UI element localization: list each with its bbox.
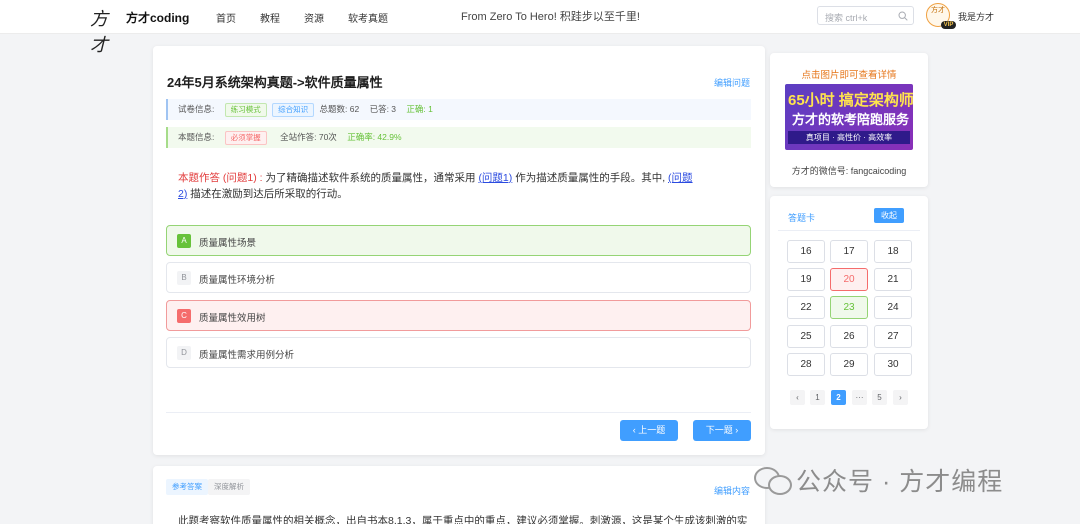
stem-text: 描述在激励到达后所采取的行动。	[190, 188, 348, 200]
nav-exam-questions[interactable]: 软考真题	[348, 10, 388, 25]
ad-line-3: 真项目 · 高性价 · 高效率	[788, 131, 910, 144]
item-info-label: 本题信息:	[178, 132, 215, 142]
option-text: 质量属性环境分析	[199, 275, 276, 286]
option-letter: A	[177, 234, 191, 248]
question-number-26[interactable]: 26	[830, 325, 868, 348]
promo-banner[interactable]: 65小时 搞定架构师 方才的软考陪跑服务 真项目 · 高性价 · 高效率	[785, 84, 913, 150]
type-tag: 综合知识	[272, 102, 315, 117]
question-stem: 本题作答 (问题1) : 为了精确描述软件系统的质量属性，通常采用 (问题1) …	[178, 170, 743, 202]
top-navbar: 方才 方才coding 首页 教程 资源 软考真题 From Zero To H…	[0, 0, 1080, 56]
divider	[778, 230, 920, 231]
search-input[interactable]: 搜索 ctrl+k	[817, 6, 914, 25]
option-letter: D	[177, 346, 191, 360]
next-page-button[interactable]: ›	[893, 390, 908, 405]
blank-2[interactable]: (问题	[668, 172, 693, 184]
divider	[166, 412, 751, 413]
question-number-21[interactable]: 21	[874, 268, 912, 291]
question-number-19[interactable]: 19	[787, 268, 825, 291]
question-head: 本题作答 (问题1) :	[178, 172, 263, 184]
paper-info-label: 试卷信息:	[178, 104, 215, 114]
option-text: 质量属性场景	[199, 238, 257, 249]
nav-tutorials[interactable]: 教程	[260, 10, 280, 25]
watermark-text: 公众号 · 方才编程	[796, 468, 1004, 496]
page-1[interactable]: 1	[810, 390, 825, 405]
watermark: 公众号 · 方才编程	[752, 462, 1003, 498]
next-question-button[interactable]: 下一题 ›	[693, 420, 751, 441]
logo-icon[interactable]: 方才	[90, 5, 118, 56]
question-number-30[interactable]: 30	[874, 353, 912, 376]
tab-deep-analysis[interactable]: 深度解析	[208, 479, 250, 495]
site-slogan: From Zero To Hero! 积跬步以至千里!	[461, 11, 640, 23]
ad-line-2: 方才的软考陪跑服务	[792, 112, 910, 127]
vip-badge: VIP	[941, 21, 956, 29]
question-number-22[interactable]: 22	[787, 296, 825, 319]
question-number-18[interactable]: 18	[874, 240, 912, 263]
option-a[interactable]: A 质量属性场景	[166, 225, 751, 256]
answered-count: 已答: 3	[369, 104, 397, 114]
question-number-24[interactable]: 24	[874, 296, 912, 319]
promo-card: 点击图片即可查看详情 65小时 搞定架构师 方才的软考陪跑服务 真项目 · 高性…	[770, 53, 928, 187]
promo-title: 点击图片即可查看详情	[801, 70, 897, 81]
prev-page-button[interactable]: ‹	[790, 390, 805, 405]
question-number-16[interactable]: 16	[787, 240, 825, 263]
total-count: 总题数: 62	[319, 104, 360, 114]
analysis-card: 参考答案 深度解析 编辑内容 此题考察软件质量属性的相关概念，出自书本8.1.3，…	[153, 466, 765, 524]
correct-rate: 正确率: 42.9%	[347, 132, 402, 142]
option-text: 质量属性效用树	[199, 313, 266, 324]
collapse-button[interactable]: 收起	[874, 208, 904, 223]
analysis-text: 此题考察软件质量属性的相关概念，出自书本8.1.3，属于重点中的重点，建议必须掌…	[178, 515, 748, 524]
attempt-count: 全站作答: 70次	[280, 132, 337, 142]
wechat-id: 方才的微信号: fangcaicoding	[791, 166, 907, 176]
option-b[interactable]: B 质量属性环境分析	[166, 262, 751, 293]
wechat-icon	[752, 465, 792, 495]
blank-1[interactable]: (问题1)	[478, 172, 512, 184]
question-number-28[interactable]: 28	[787, 353, 825, 376]
question-number-27[interactable]: 27	[874, 325, 912, 348]
analysis-tabs: 参考答案 深度解析	[166, 479, 250, 495]
question-number-29[interactable]: 29	[830, 353, 868, 376]
answer-sheet-card: 答题卡 收起 16 17 18 19 20 21 22 23 24 25 26 27 28 29 30 ‹ 1…	[770, 196, 928, 429]
search-icon[interactable]	[898, 11, 908, 21]
edit-content-link[interactable]: 编辑内容	[714, 484, 750, 497]
tab-reference-answer[interactable]: 参考答案	[166, 479, 208, 495]
search-placeholder: 搜索 ctrl+k	[825, 13, 868, 23]
nav-resources[interactable]: 资源	[304, 10, 324, 25]
prev-question-button[interactable]: ‹ 上一题	[620, 420, 678, 441]
page-5[interactable]: 5	[872, 390, 887, 405]
answer-sheet-title: 答题卡	[788, 213, 816, 223]
option-letter: B	[177, 271, 191, 285]
mode-tag: 练习模式	[224, 102, 267, 117]
username[interactable]: 我是方才	[958, 10, 994, 23]
page-2[interactable]: 2	[831, 390, 846, 405]
option-text: 质量属性需求用例分析	[199, 350, 295, 361]
correct-count: 正确: 1	[406, 104, 433, 114]
edit-question-link[interactable]: 编辑问题	[714, 76, 750, 89]
option-c[interactable]: C 质量属性效用树	[166, 300, 751, 331]
question-number-23[interactable]: 23	[830, 296, 868, 319]
question-number-17[interactable]: 17	[830, 240, 868, 263]
question-number-25[interactable]: 25	[787, 325, 825, 348]
stem-text: 为了精确描述软件系统的质量属性，通常采用	[265, 172, 476, 184]
must-master-tag: 必须掌握	[224, 130, 267, 145]
page-ellipsis[interactable]: ···	[852, 390, 867, 405]
question-card: 24年5月系统架构真题->软件质量属性 编辑问题 试卷信息: 练习模式 综合知识…	[153, 46, 765, 455]
option-d[interactable]: D 质量属性需求用例分析	[166, 337, 751, 368]
stem-text: 作为描述质量属性的手段。其中,	[515, 172, 666, 184]
question-number-20[interactable]: 20	[830, 268, 868, 291]
ad-line-1: 65小时 搞定架构师	[788, 92, 913, 109]
item-info-row: 本题信息: 必须掌握 全站作答: 70次 正确率: 42.9%	[166, 127, 751, 148]
option-letter: C	[177, 309, 191, 323]
blank-2-cont[interactable]: 2)	[178, 188, 187, 200]
question-title: 24年5月系统架构真题->软件质量属性	[167, 75, 383, 90]
site-logo-text[interactable]: 方才coding	[126, 9, 189, 26]
paper-info-row: 试卷信息: 练习模式 综合知识 总题数: 62 已答: 3 正确: 1	[166, 99, 751, 120]
nav-home[interactable]: 首页	[216, 10, 236, 25]
